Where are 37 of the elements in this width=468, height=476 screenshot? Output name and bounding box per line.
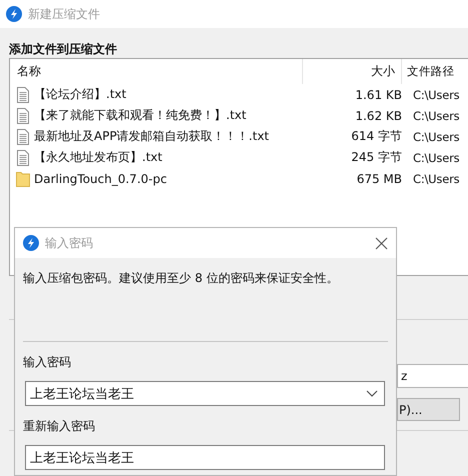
file-path: C:\Users bbox=[412, 88, 460, 102]
section-heading: 添加文件到压缩文件 bbox=[9, 41, 118, 58]
column-header[interactable]: 名称 bbox=[10, 59, 303, 84]
file-name: 【论坛介绍】.txt bbox=[34, 86, 126, 103]
app-icon bbox=[6, 6, 22, 22]
file-name: 【永久地址发布页】.txt bbox=[34, 149, 162, 166]
file-path: C:\Users bbox=[412, 150, 460, 164]
dialog-message: 输入压缩包密码。建议使用至少 8 位的密码来保证安全性。 bbox=[23, 270, 340, 287]
chevron-down-icon bbox=[366, 390, 378, 397]
column-header[interactable]: 大小 bbox=[303, 59, 402, 84]
file-path: C:\Users bbox=[412, 130, 460, 144]
close-icon bbox=[375, 236, 388, 250]
file-size: 1.62 KB bbox=[354, 108, 403, 122]
file-size: 614 字节 bbox=[350, 128, 403, 145]
document-icon bbox=[16, 86, 30, 102]
file-name: 【来了就能下载和观看！纯免费！】.txt bbox=[34, 107, 246, 124]
file-name: DarlingTouch_0.7.0-pc bbox=[34, 172, 167, 186]
file-path: C:\Users bbox=[412, 172, 460, 186]
field-label: 重新输入密码 bbox=[23, 418, 96, 435]
password-field[interactable]: 上老王论坛当老王 bbox=[25, 381, 385, 406]
file-name: 最新地址及APP请发邮箱自动获取！！！.txt bbox=[34, 128, 270, 145]
column-header[interactable]: 文件路径 bbox=[402, 64, 454, 79]
app-icon bbox=[23, 235, 39, 251]
document-icon bbox=[16, 128, 30, 144]
file-size: 245 字节 bbox=[350, 149, 403, 166]
field-label: 输入密码 bbox=[23, 354, 72, 371]
file-size: 675 MB bbox=[356, 172, 403, 186]
browse-button[interactable]: P)... bbox=[397, 398, 460, 421]
document-icon bbox=[16, 150, 30, 166]
dialog-title: 输入密码 bbox=[45, 234, 93, 252]
file-path: C:\Users bbox=[412, 108, 460, 122]
file-size: 1.61 KB bbox=[354, 88, 403, 102]
password-confirm-field[interactable]: 上老王论坛当老王 bbox=[25, 445, 385, 470]
document-icon bbox=[16, 108, 30, 124]
window-title: 新建压缩文件 bbox=[28, 6, 100, 22]
folder-icon bbox=[16, 170, 30, 186]
text-field[interactable]: z bbox=[397, 364, 468, 388]
